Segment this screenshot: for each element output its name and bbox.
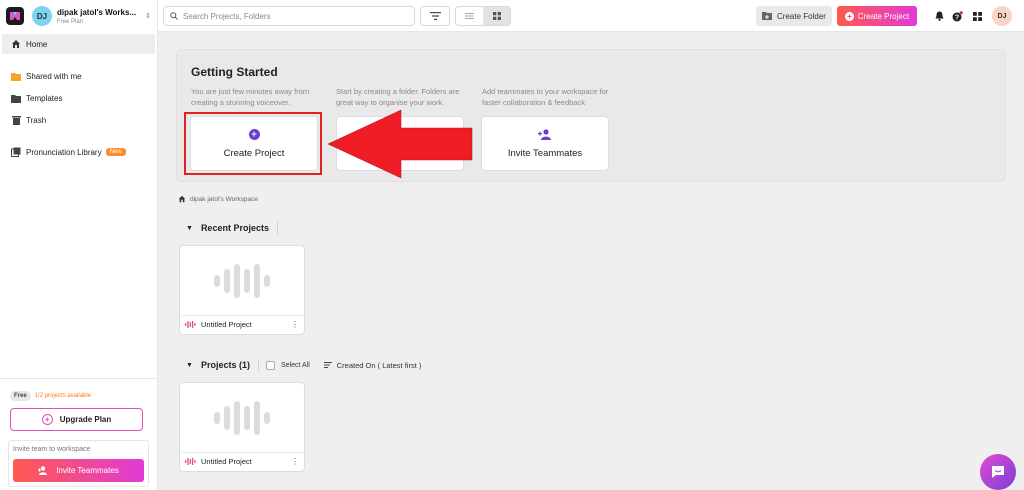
project-title: Untitled Project (201, 319, 252, 329)
project-card[interactable]: Untitled Project ⋮ (179, 382, 305, 472)
chevron-updown-icon: ⇕ (145, 13, 151, 20)
create-project-button[interactable]: + Create Project (837, 6, 917, 26)
caret-down-icon: ▼ (186, 224, 193, 232)
help-icon[interactable]: ? (951, 10, 963, 22)
sidebar-item-trash[interactable]: Trash (0, 110, 157, 130)
folder-icon (11, 93, 21, 103)
audio-wave-icon (185, 320, 196, 328)
create-project-label: Create Project (857, 11, 910, 21)
create-folder-label: Create Folder (777, 11, 826, 21)
sidebar-footer: Free 1/2 projects available + Upgrade Pl… (0, 378, 157, 487)
invite-teammates-button[interactable]: Invite Teammates (13, 459, 144, 482)
folder-plus-icon (762, 12, 773, 20)
bell-icon[interactable] (933, 10, 945, 22)
more-options-icon[interactable]: ⋮ (291, 320, 299, 329)
sidebar-item-label: Templates (26, 93, 63, 103)
sort-label: Created On ( Latest first ) (336, 360, 422, 370)
select-all-checkbox[interactable]: Select All (265, 360, 310, 370)
user-avatar[interactable]: DJ (992, 6, 1012, 26)
breadcrumb-workspace: dipak jatol's Workspace (190, 195, 258, 203)
more-options-icon[interactable]: ⋮ (291, 457, 299, 466)
projects-header[interactable]: ▼ Projects (1) Select All Created On ( L… (186, 359, 421, 371)
create-folder-button[interactable]: Create Folder (756, 6, 832, 26)
waveform-icon (214, 400, 270, 435)
getting-started-desc-teammates: Add teammates to your workspace for fast… (482, 87, 609, 107)
invite-team-box: Invite team to workspace Invite Teammate… (8, 440, 149, 487)
sidebar-item-label: Trash (26, 115, 47, 125)
waveform-icon (214, 263, 270, 298)
divider (276, 222, 278, 234)
checkbox[interactable] (265, 360, 275, 370)
filter-icon (429, 12, 441, 20)
projects-title: Projects (1) (200, 360, 250, 370)
plus-circle-icon: + (844, 11, 854, 21)
invite-team-label: Invite team to workspace (13, 446, 91, 453)
plan-pill: Free (10, 391, 31, 401)
sort-dropdown[interactable]: Created On ( Latest first ) (323, 360, 422, 370)
main-content: Getting Started You are just few minutes… (158, 32, 1024, 490)
add-user-icon (538, 128, 552, 140)
upgrade-plan-label: Upgrade Plan (59, 415, 112, 424)
search-placeholder: Search Projects, Folders (183, 11, 271, 21)
sort-icon (323, 362, 332, 368)
shared-folder-icon (11, 71, 21, 81)
sidebar-item-label: Shared with me (26, 71, 82, 81)
sidebar-item-home[interactable]: Home (2, 34, 155, 54)
filter-button[interactable] (420, 6, 450, 26)
search-input[interactable]: Search Projects, Folders (163, 6, 415, 26)
sidebar-item-label: Pronunciation Library (26, 147, 102, 157)
add-user-icon (38, 466, 49, 475)
recent-projects-header[interactable]: ▼ Recent Projects (186, 222, 278, 234)
sidebar-item-pronunciation-library[interactable]: Pronunciation Library New (0, 142, 157, 162)
invite-teammates-card-label: Invite Teammates (507, 147, 583, 159)
project-thumbnail (180, 383, 304, 453)
audio-wave-icon (185, 457, 196, 465)
divider (257, 359, 259, 371)
chat-support-button[interactable] (980, 454, 1016, 490)
sidebar: DJ dipak jatol's Works... Free Plan ⇕ Ho… (0, 0, 158, 490)
home-icon (178, 195, 186, 203)
sidebar-item-shared[interactable]: Shared with me (0, 66, 157, 86)
upgrade-plan-button[interactable]: + Upgrade Plan (10, 408, 143, 431)
plus-icon: + (41, 414, 53, 425)
home-icon (11, 39, 21, 49)
highlight-box (184, 112, 322, 175)
list-view-icon (465, 13, 474, 19)
workspace-avatar: DJ (32, 6, 52, 26)
list-view-button[interactable] (456, 7, 483, 25)
apps-grid-icon[interactable] (971, 10, 983, 22)
recent-projects-title: Recent Projects (200, 223, 269, 233)
workspace-plan: Free Plan (57, 18, 84, 25)
sidebar-item-label: Home (26, 39, 48, 49)
library-icon (11, 147, 21, 157)
invite-teammates-label: Invite Teammates (56, 466, 119, 475)
trash-icon (11, 115, 21, 125)
getting-started-desc-project: You are just few minutes away from creat… (191, 87, 310, 107)
projects-available-text: 1/2 projects available (34, 393, 92, 399)
view-toggle (455, 6, 511, 26)
workspace-name: dipak jatol's Works... (57, 7, 137, 17)
getting-started-title: Getting Started (191, 65, 278, 79)
caret-down-icon: ▼ (186, 361, 193, 369)
breadcrumb[interactable]: dipak jatol's Workspace (178, 195, 258, 203)
topbar: Search Projects, Folders Create Folder +… (158, 0, 1024, 32)
project-thumbnail (180, 246, 304, 316)
new-badge: New (105, 148, 126, 156)
grid-view-button[interactable] (483, 7, 510, 25)
red-arrow-annotation (327, 109, 473, 179)
svg-text:?: ? (954, 14, 958, 21)
getting-started-desc-folder: Start by creating a folder. Folders are … (336, 87, 460, 107)
select-all-label: Select All (280, 361, 310, 369)
search-icon (170, 12, 178, 20)
sidebar-item-templates[interactable]: Templates (0, 88, 157, 108)
workspace-switcher[interactable]: DJ dipak jatol's Works... Free Plan ⇕ (0, 0, 157, 32)
invite-teammates-card[interactable]: Invite Teammates (481, 116, 609, 171)
app-logo[interactable] (6, 7, 24, 25)
recent-project-card[interactable]: Untitled Project ⋮ (179, 245, 305, 335)
grid-view-icon (492, 12, 501, 20)
chat-icon (990, 464, 1006, 480)
project-title: Untitled Project (201, 456, 252, 466)
